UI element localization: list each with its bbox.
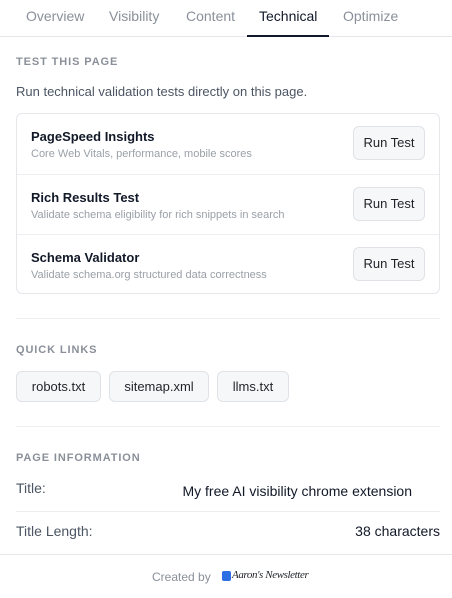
- tab-content[interactable]: Content: [186, 0, 235, 37]
- test-name: Rich Results Test: [31, 190, 140, 205]
- section-divider: [16, 426, 440, 427]
- test-description: Core Web Vitals, performance, mobile sco…: [31, 148, 252, 160]
- page-info-title: PAGE INFORMATION: [16, 452, 141, 464]
- tab-optimize[interactable]: Optimize: [343, 0, 398, 37]
- quick-links-title: QUICK LINKS: [16, 344, 98, 356]
- test-row-rich-results: Rich Results Test Validate schema eligib…: [17, 174, 439, 234]
- test-section-title: TEST THIS PAGE: [16, 56, 119, 68]
- tab-technical[interactable]: Technical: [247, 0, 330, 37]
- quick-link-llms[interactable]: llms.txt: [217, 371, 289, 402]
- quick-link-robots[interactable]: robots.txt: [16, 371, 101, 402]
- test-description: Validate schema eligibility for rich sni…: [31, 209, 285, 221]
- title-label: Title:: [16, 480, 46, 496]
- tab-bar: Overview Visibility Content Technical Op…: [0, 0, 452, 37]
- run-test-button-schema-validator[interactable]: Run Test: [353, 247, 425, 281]
- test-list: PageSpeed Insights Core Web Vitals, perf…: [16, 113, 440, 294]
- title-value: My free AI visibility chrome extension: [182, 483, 412, 499]
- test-section-description: Run technical validation tests directly …: [16, 84, 308, 99]
- test-row-schema-validator: Schema Validator Validate schema.org str…: [17, 234, 439, 294]
- test-row-pagespeed: PageSpeed Insights Core Web Vitals, perf…: [17, 114, 439, 174]
- run-test-button-pagespeed[interactable]: Run Test: [353, 126, 425, 160]
- test-name: Schema Validator: [31, 250, 140, 265]
- quick-link-sitemap[interactable]: sitemap.xml: [109, 371, 209, 402]
- test-description: Validate schema.org structured data corr…: [31, 269, 267, 281]
- test-name: PageSpeed Insights: [31, 129, 155, 144]
- run-test-button-rich-results[interactable]: Run Test: [353, 187, 425, 221]
- row-divider: [16, 511, 440, 512]
- tab-visibility[interactable]: Visibility: [109, 0, 159, 37]
- created-by-text: Created by: [152, 570, 211, 584]
- newsletter-logo-icon: [222, 571, 231, 581]
- section-divider: [16, 318, 440, 319]
- title-length-label: Title Length:: [16, 523, 93, 539]
- newsletter-logo[interactable]: Aaron's Newsletter: [222, 569, 309, 582]
- newsletter-brand: Aaron's Newsletter: [232, 569, 309, 581]
- tab-overview[interactable]: Overview: [26, 0, 84, 37]
- title-length-value: 38 characters: [355, 523, 440, 539]
